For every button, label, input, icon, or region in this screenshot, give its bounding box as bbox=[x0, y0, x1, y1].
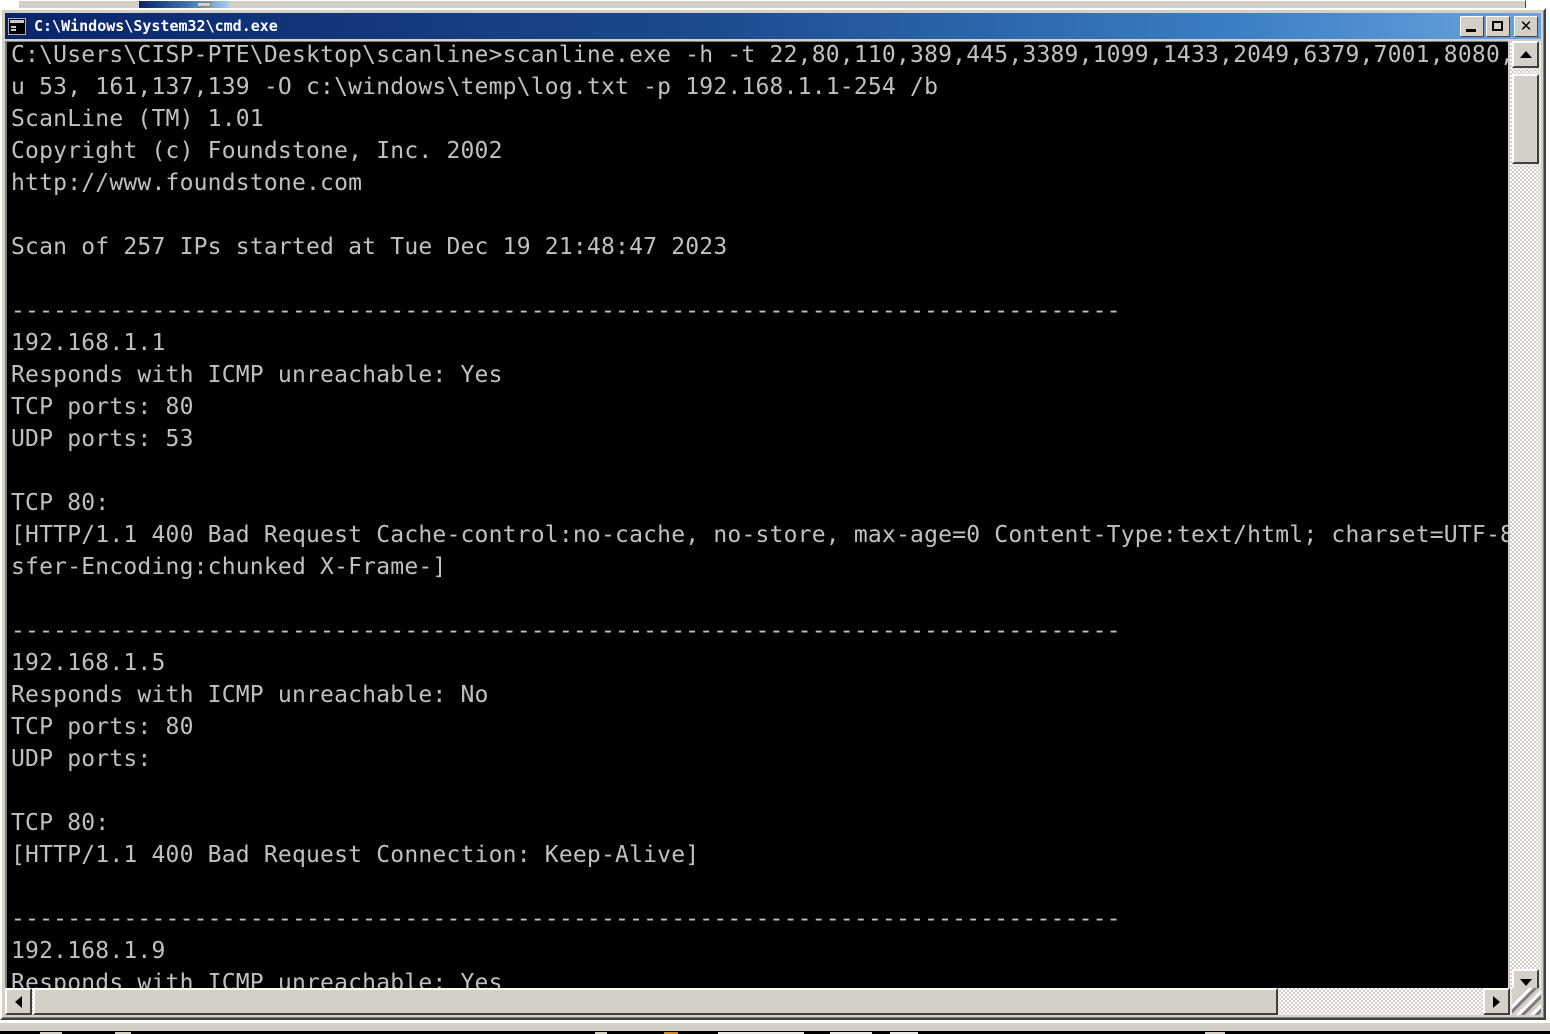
console-line: sfer-Encoding:chunked X-Frame-] bbox=[11, 554, 447, 580]
console-line: 192.168.1.9 bbox=[11, 938, 166, 964]
vertical-scroll-thumb[interactable] bbox=[1512, 74, 1539, 164]
resize-grip[interactable] bbox=[1512, 988, 1541, 1015]
background-window-titlebar[interactable] bbox=[139, 1, 229, 8]
console-output-panel[interactable]: C:\Users\CISP-PTE\Desktop\scanline>scanl… bbox=[5, 41, 1508, 996]
chevron-up-icon bbox=[1519, 51, 1532, 58]
console-icon[interactable] bbox=[8, 17, 26, 35]
window-title: C:\Windows\System32\cmd.exe bbox=[34, 17, 278, 35]
title-bar[interactable]: C:\Windows\System32\cmd.exe ✕ bbox=[5, 13, 1541, 39]
chevron-left-icon bbox=[15, 995, 22, 1008]
scroll-left-button[interactable] bbox=[5, 988, 32, 1015]
console-line: ScanLine (TM) 1.01 bbox=[11, 106, 264, 132]
console-line: UDP ports: 53 bbox=[11, 426, 194, 452]
maximize-button[interactable] bbox=[1486, 15, 1510, 37]
console-line: UDP ports: bbox=[11, 746, 152, 772]
console-line: 192.168.1.1 bbox=[11, 330, 166, 356]
close-button[interactable]: ✕ bbox=[1514, 15, 1538, 37]
window-controls: ✕ bbox=[1460, 15, 1538, 37]
console-line: ----------------------------------------… bbox=[11, 618, 1121, 644]
console-line: TCP 80: bbox=[11, 490, 110, 516]
chevron-down-icon bbox=[1519, 979, 1532, 986]
horizontal-scroll-thumb[interactable] bbox=[33, 988, 1278, 1015]
console-line: u 53, 161,137,139 -O c:\windows\temp\log… bbox=[11, 74, 939, 100]
taskbar[interactable] bbox=[0, 1022, 1550, 1034]
console-output-text: C:\Users\CISP-PTE\Desktop\scanline>scanl… bbox=[11, 42, 1508, 996]
chevron-right-icon bbox=[1493, 995, 1500, 1008]
minimize-button[interactable] bbox=[1460, 15, 1484, 37]
desktop-background: C:\Windows\System32\cmd.exe ✕ C:\Users\C… bbox=[0, 0, 1550, 1034]
console-line: ----------------------------------------… bbox=[11, 298, 1121, 324]
console-line: TCP 80: bbox=[11, 810, 110, 836]
console-line: [HTTP/1.1 400 Bad Request Connection: Ke… bbox=[11, 842, 700, 868]
console-line: 192.168.1.5 bbox=[11, 650, 166, 676]
command-prompt-window: C:\Windows\System32\cmd.exe ✕ C:\Users\C… bbox=[0, 8, 1546, 1020]
scroll-right-button[interactable] bbox=[1483, 988, 1510, 1015]
console-line: C:\Users\CISP-PTE\Desktop\scanline>scanl… bbox=[11, 42, 1508, 68]
console-line: Responds with ICMP unreachable: No bbox=[11, 682, 489, 708]
scroll-up-button[interactable] bbox=[1512, 41, 1539, 68]
console-line: [HTTP/1.1 400 Bad Request Cache-control:… bbox=[11, 522, 1508, 548]
console-line: Responds with ICMP unreachable: Yes bbox=[11, 362, 503, 388]
console-line: Scan of 257 IPs started at Tue Dec 19 21… bbox=[11, 234, 728, 260]
console-client-area: C:\Users\CISP-PTE\Desktop\scanline>scanl… bbox=[5, 41, 1541, 1015]
console-line: Copyright (c) Foundstone, Inc. 2002 bbox=[11, 138, 503, 164]
background-window-sliver[interactable] bbox=[18, 0, 1526, 8]
console-line: http://www.foundstone.com bbox=[11, 170, 363, 196]
vertical-scrollbar[interactable] bbox=[1510, 41, 1541, 996]
console-line: TCP ports: 80 bbox=[11, 714, 194, 740]
console-line: ----------------------------------------… bbox=[11, 906, 1121, 932]
console-line: TCP ports: 80 bbox=[11, 394, 194, 420]
horizontal-scrollbar[interactable] bbox=[5, 988, 1541, 1015]
background-window-button[interactable] bbox=[197, 2, 211, 7]
close-icon: ✕ bbox=[1519, 16, 1533, 35]
